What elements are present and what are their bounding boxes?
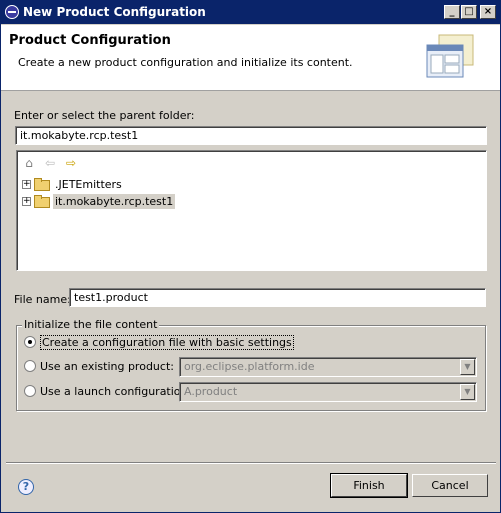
button-bar-separator bbox=[6, 462, 496, 464]
existing-product-label[interactable]: Use an existing product: bbox=[40, 360, 174, 373]
window-title: New Product Configuration bbox=[23, 5, 206, 19]
home-icon[interactable]: ⌂ bbox=[21, 156, 37, 170]
parent-folder-input[interactable]: it.mokabyte.rcp.test1 bbox=[15, 126, 487, 145]
dialog-window: New Product Configuration _ □ × Product … bbox=[0, 0, 501, 513]
tree-item[interactable]: + it.mokabyte.rcp.test1 bbox=[22, 193, 176, 209]
folder-icon bbox=[34, 178, 50, 191]
basic-settings-radio[interactable] bbox=[24, 336, 36, 348]
tree-item-label: it.mokabyte.rcp.test1 bbox=[53, 193, 176, 209]
launch-config-value: A.product bbox=[184, 385, 238, 398]
minimize-button[interactable]: _ bbox=[444, 5, 460, 19]
page-title: Product Configuration bbox=[9, 33, 171, 48]
maximize-button[interactable]: □ bbox=[461, 5, 477, 19]
parent-folder-label: Enter or select the parent folder: bbox=[14, 109, 195, 122]
project-folder-icon bbox=[34, 195, 50, 208]
forward-icon[interactable]: ⇨ bbox=[63, 156, 79, 170]
init-group-title: Initialize the file content bbox=[22, 318, 160, 331]
cancel-button[interactable]: Cancel bbox=[412, 474, 488, 497]
help-icon[interactable]: ? bbox=[18, 479, 34, 495]
eclipse-icon bbox=[5, 5, 19, 19]
dropdown-arrow-icon: ▼ bbox=[460, 359, 475, 375]
tree-item[interactable]: + .JETEmitters bbox=[22, 176, 124, 192]
tree-item-label: .JETEmitters bbox=[55, 177, 122, 191]
launch-config-label[interactable]: Use a launch configuration: bbox=[40, 385, 191, 398]
existing-product-radio[interactable] bbox=[24, 360, 36, 372]
title-bar[interactable]: New Product Configuration _ □ × bbox=[1, 1, 500, 24]
finish-button[interactable]: Finish bbox=[330, 473, 408, 498]
existing-product-value: org.eclipse.platform.ide bbox=[184, 360, 315, 373]
wizard-banner-icon bbox=[426, 34, 474, 78]
back-icon[interactable]: ⇦ bbox=[42, 156, 58, 170]
expand-icon[interactable]: + bbox=[22, 196, 31, 206]
launch-config-combo: A.product ▼ bbox=[179, 382, 477, 402]
expand-icon[interactable]: + bbox=[22, 179, 31, 189]
existing-product-combo: org.eclipse.platform.ide ▼ bbox=[179, 357, 477, 377]
close-button[interactable]: × bbox=[480, 5, 496, 19]
folder-tree[interactable]: ⌂ ⇦ ⇨ + .JETEmitters + it.mokabyte.rcp.t… bbox=[16, 150, 487, 271]
basic-settings-label[interactable]: Create a configuration file with basic s… bbox=[40, 335, 294, 350]
dropdown-arrow-icon: ▼ bbox=[460, 384, 475, 400]
launch-config-radio[interactable] bbox=[24, 385, 36, 397]
page-description: Create a new product configuration and i… bbox=[18, 56, 353, 69]
file-name-input[interactable]: test1.product bbox=[69, 288, 486, 307]
wizard-header: Product Configuration Create a new produ… bbox=[1, 25, 500, 91]
file-name-label: File name: bbox=[14, 293, 71, 306]
